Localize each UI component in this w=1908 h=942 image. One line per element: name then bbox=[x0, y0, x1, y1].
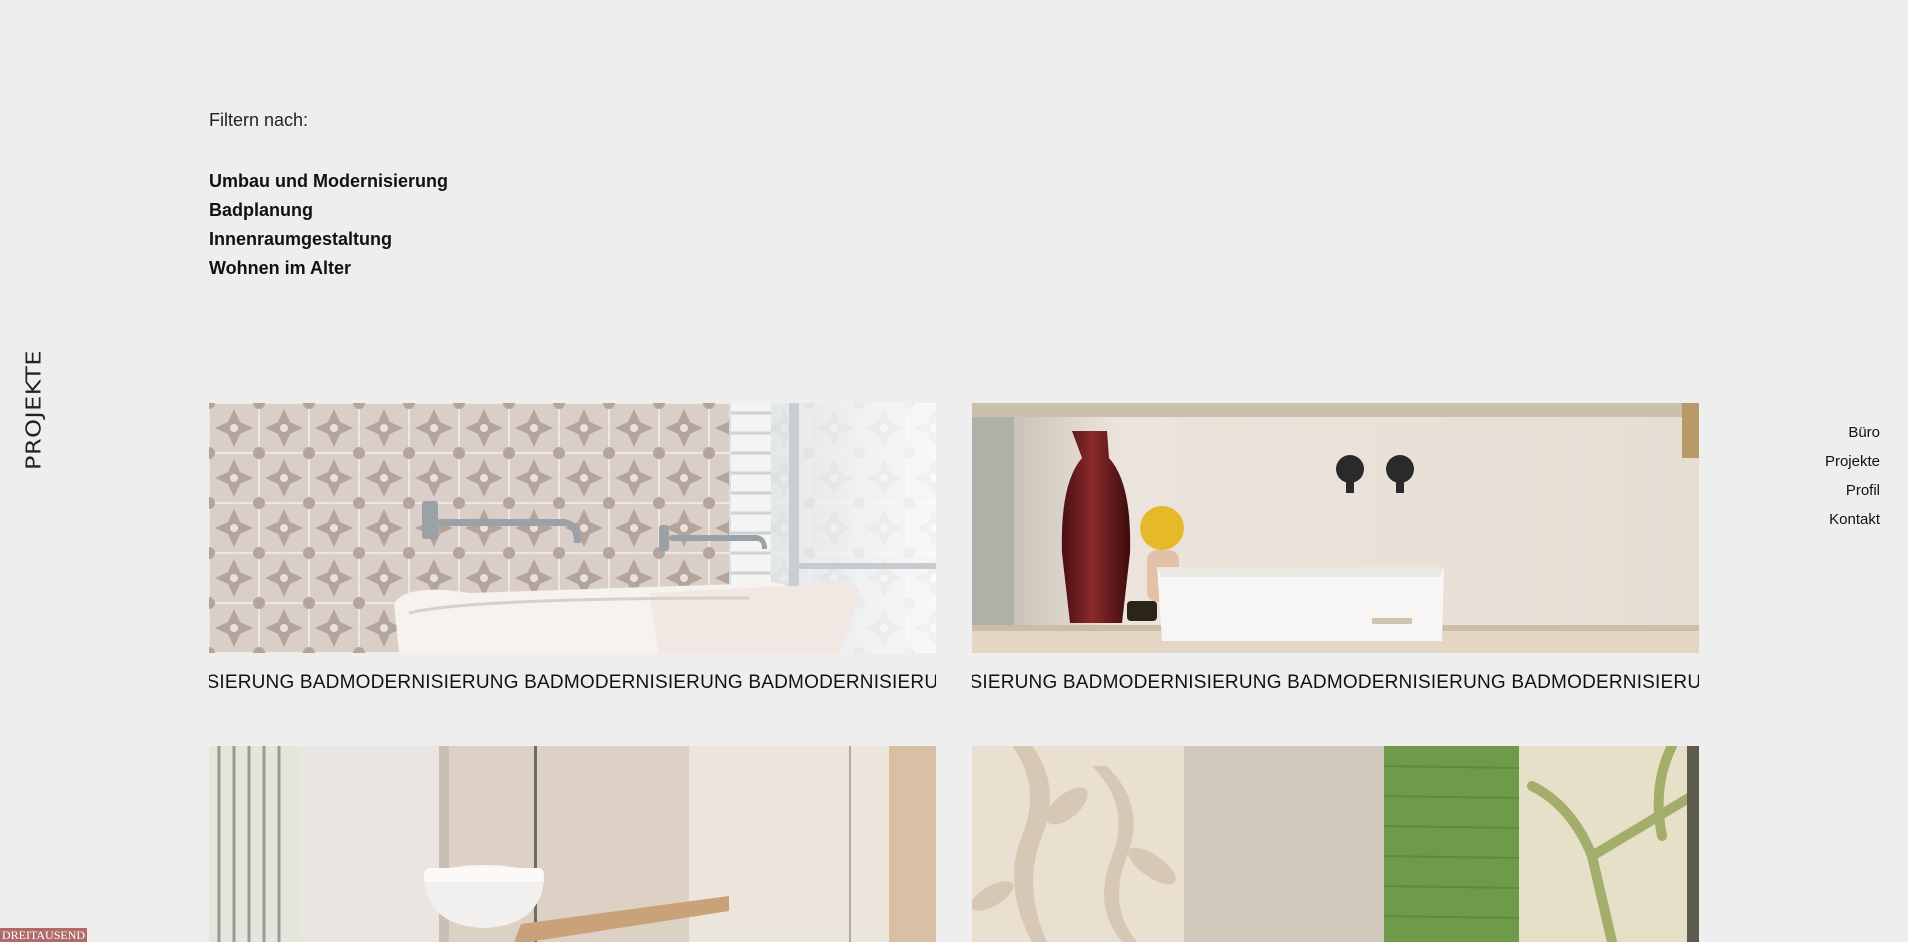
footer-brand-badge[interactable]: DREITAUSEND bbox=[0, 928, 88, 942]
project-image[interactable] bbox=[972, 403, 1699, 653]
project-image-tiles bbox=[209, 403, 936, 653]
project-image[interactable] bbox=[209, 746, 936, 942]
project-caption[interactable]: ISIERUNG BADMODERNISIERUNG BADMODERNISIE… bbox=[209, 672, 936, 698]
project-image-washbasin bbox=[972, 403, 1699, 653]
project-caption[interactable]: ISIERUNG BADMODERNISIERUNG BADMODERNISIE… bbox=[972, 672, 1699, 698]
filter-option-badplanung[interactable]: Badplanung bbox=[209, 196, 448, 225]
project-card[interactable]: ISIERUNG BADMODERNISIERUNG BADMODERNISIE… bbox=[972, 403, 1699, 698]
filter-list: Umbau und Modernisierung Badplanung Inne… bbox=[209, 167, 448, 283]
main-nav: Büro Projekte Profil Kontakt bbox=[1825, 418, 1880, 534]
nav-item-profil[interactable]: Profil bbox=[1825, 476, 1880, 505]
project-card[interactable] bbox=[972, 746, 1699, 942]
project-caption-text: ISIERUNG BADMODERNISIERUNG BADMODERNISIE… bbox=[972, 672, 1699, 693]
nav-item-kontakt[interactable]: Kontakt bbox=[1825, 505, 1880, 534]
project-caption-text: ISIERUNG BADMODERNISIERUNG BADMODERNISIE… bbox=[209, 672, 936, 693]
filter-option-innenraum[interactable]: Innenraumgestaltung bbox=[209, 225, 448, 254]
project-image-toilet bbox=[209, 746, 936, 942]
filter-option-umbau[interactable]: Umbau und Modernisierung bbox=[209, 167, 448, 196]
project-image[interactable] bbox=[209, 403, 936, 653]
nav-item-projekte[interactable]: Projekte bbox=[1825, 447, 1880, 476]
project-image[interactable] bbox=[972, 746, 1699, 942]
filter-label: Filtern nach: bbox=[209, 110, 309, 130]
filter-option-wohnen-im-alter[interactable]: Wohnen im Alter bbox=[209, 254, 448, 283]
project-image-wallpaper bbox=[972, 746, 1699, 942]
project-card[interactable] bbox=[209, 746, 936, 942]
project-card[interactable]: ISIERUNG BADMODERNISIERUNG BADMODERNISIE… bbox=[209, 403, 936, 698]
nav-item-buero[interactable]: Büro bbox=[1825, 418, 1880, 447]
page-title: PROJEKTE bbox=[22, 350, 46, 470]
